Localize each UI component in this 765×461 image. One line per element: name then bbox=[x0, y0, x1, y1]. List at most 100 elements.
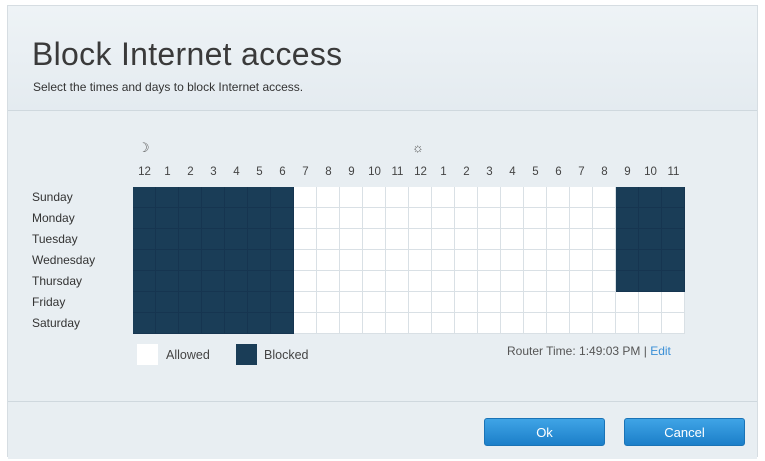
ok-button[interactable]: Ok bbox=[484, 418, 605, 446]
schedule-cell[interactable] bbox=[133, 229, 156, 250]
schedule-cell[interactable] bbox=[662, 250, 685, 271]
schedule-cell[interactable] bbox=[570, 292, 593, 313]
schedule-cell[interactable] bbox=[547, 271, 570, 292]
schedule-cell[interactable] bbox=[317, 187, 340, 208]
schedule-cell[interactable] bbox=[570, 271, 593, 292]
schedule-cell[interactable] bbox=[409, 187, 432, 208]
schedule-cell[interactable] bbox=[156, 271, 179, 292]
schedule-cell[interactable] bbox=[225, 187, 248, 208]
schedule-cell[interactable] bbox=[225, 313, 248, 334]
schedule-cell[interactable] bbox=[133, 187, 156, 208]
schedule-cell[interactable] bbox=[432, 187, 455, 208]
schedule-cell[interactable] bbox=[524, 313, 547, 334]
schedule-cell[interactable] bbox=[294, 313, 317, 334]
schedule-cell[interactable] bbox=[616, 292, 639, 313]
schedule-cell[interactable] bbox=[271, 229, 294, 250]
schedule-cell[interactable] bbox=[294, 208, 317, 229]
schedule-cell[interactable] bbox=[248, 208, 271, 229]
schedule-cell[interactable] bbox=[202, 250, 225, 271]
schedule-cell[interactable] bbox=[248, 313, 271, 334]
schedule-cell[interactable] bbox=[593, 313, 616, 334]
schedule-cell[interactable] bbox=[225, 208, 248, 229]
schedule-cell[interactable] bbox=[202, 229, 225, 250]
schedule-cell[interactable] bbox=[455, 208, 478, 229]
schedule-cell[interactable] bbox=[593, 208, 616, 229]
schedule-cell[interactable] bbox=[432, 208, 455, 229]
schedule-cell[interactable] bbox=[156, 313, 179, 334]
schedule-cell[interactable] bbox=[179, 292, 202, 313]
schedule-cell[interactable] bbox=[593, 250, 616, 271]
schedule-cell[interactable] bbox=[202, 313, 225, 334]
schedule-cell[interactable] bbox=[547, 250, 570, 271]
schedule-cell[interactable] bbox=[432, 292, 455, 313]
schedule-cell[interactable] bbox=[662, 187, 685, 208]
schedule-cell[interactable] bbox=[317, 250, 340, 271]
schedule-cell[interactable] bbox=[156, 208, 179, 229]
schedule-cell[interactable] bbox=[639, 208, 662, 229]
schedule-cell[interactable] bbox=[133, 208, 156, 229]
schedule-cell[interactable] bbox=[409, 208, 432, 229]
schedule-cell[interactable] bbox=[455, 271, 478, 292]
schedule-cell[interactable] bbox=[156, 187, 179, 208]
schedule-cell[interactable] bbox=[639, 250, 662, 271]
schedule-cell[interactable] bbox=[616, 271, 639, 292]
schedule-cell[interactable] bbox=[524, 229, 547, 250]
schedule-cell[interactable] bbox=[501, 250, 524, 271]
schedule-cell[interactable] bbox=[639, 187, 662, 208]
schedule-cell[interactable] bbox=[248, 187, 271, 208]
schedule-cell[interactable] bbox=[133, 271, 156, 292]
schedule-cell[interactable] bbox=[363, 313, 386, 334]
schedule-cell[interactable] bbox=[386, 208, 409, 229]
schedule-cell[interactable] bbox=[317, 313, 340, 334]
schedule-cell[interactable] bbox=[455, 250, 478, 271]
schedule-cell[interactable] bbox=[501, 313, 524, 334]
schedule-cell[interactable] bbox=[639, 229, 662, 250]
schedule-cell[interactable] bbox=[570, 313, 593, 334]
schedule-cell[interactable] bbox=[639, 271, 662, 292]
schedule-cell[interactable] bbox=[386, 229, 409, 250]
schedule-cell[interactable] bbox=[662, 208, 685, 229]
schedule-cell[interactable] bbox=[570, 187, 593, 208]
schedule-cell[interactable] bbox=[593, 229, 616, 250]
schedule-cell[interactable] bbox=[478, 292, 501, 313]
schedule-cell[interactable] bbox=[156, 250, 179, 271]
schedule-cell[interactable] bbox=[294, 229, 317, 250]
schedule-cell[interactable] bbox=[432, 271, 455, 292]
schedule-cell[interactable] bbox=[455, 229, 478, 250]
schedule-cell[interactable] bbox=[524, 187, 547, 208]
schedule-cell[interactable] bbox=[501, 271, 524, 292]
schedule-cell[interactable] bbox=[340, 271, 363, 292]
schedule-cell[interactable] bbox=[501, 229, 524, 250]
schedule-cell[interactable] bbox=[386, 250, 409, 271]
schedule-cell[interactable] bbox=[363, 271, 386, 292]
schedule-cell[interactable] bbox=[409, 292, 432, 313]
schedule-cell[interactable] bbox=[248, 250, 271, 271]
schedule-cell[interactable] bbox=[662, 292, 685, 313]
schedule-cell[interactable] bbox=[179, 313, 202, 334]
schedule-cell[interactable] bbox=[363, 208, 386, 229]
schedule-cell[interactable] bbox=[179, 229, 202, 250]
schedule-cell[interactable] bbox=[271, 313, 294, 334]
schedule-cell[interactable] bbox=[524, 250, 547, 271]
schedule-cell[interactable] bbox=[409, 271, 432, 292]
edit-time-link[interactable]: Edit bbox=[650, 344, 671, 358]
schedule-cell[interactable] bbox=[202, 271, 225, 292]
schedule-cell[interactable] bbox=[593, 187, 616, 208]
schedule-cell[interactable] bbox=[156, 292, 179, 313]
schedule-cell[interactable] bbox=[455, 187, 478, 208]
schedule-cell[interactable] bbox=[202, 187, 225, 208]
schedule-cell[interactable] bbox=[225, 250, 248, 271]
schedule-cell[interactable] bbox=[340, 208, 363, 229]
schedule-cell[interactable] bbox=[317, 292, 340, 313]
schedule-cell[interactable] bbox=[524, 292, 547, 313]
schedule-grid[interactable] bbox=[133, 187, 685, 334]
schedule-cell[interactable] bbox=[501, 208, 524, 229]
schedule-cell[interactable] bbox=[363, 250, 386, 271]
schedule-cell[interactable] bbox=[363, 292, 386, 313]
schedule-cell[interactable] bbox=[133, 313, 156, 334]
schedule-cell[interactable] bbox=[294, 271, 317, 292]
schedule-cell[interactable] bbox=[662, 271, 685, 292]
schedule-cell[interactable] bbox=[179, 271, 202, 292]
schedule-cell[interactable] bbox=[570, 208, 593, 229]
schedule-cell[interactable] bbox=[317, 208, 340, 229]
